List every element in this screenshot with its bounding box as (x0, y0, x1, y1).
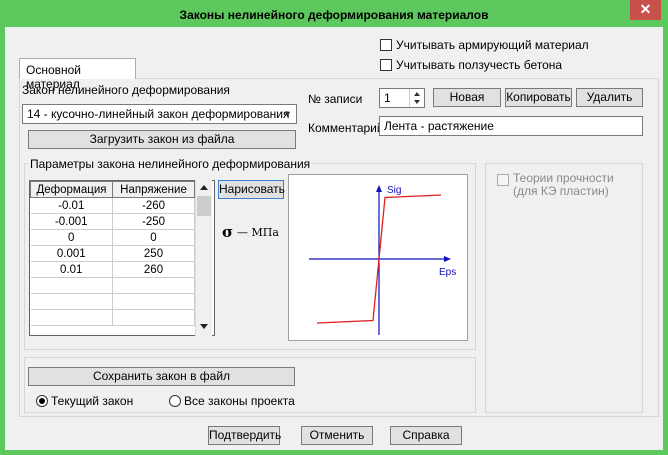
creep-label: Учитывать ползучесть бетона (396, 58, 563, 72)
table-row[interactable] (30, 293, 195, 310)
law-select[interactable]: 14 - кусочно-линейный закон деформирован… (22, 104, 297, 124)
record-label: № записи (308, 92, 363, 106)
table-cell[interactable]: 0 (112, 229, 195, 246)
table-row[interactable]: 00 (30, 229, 195, 246)
delete-record-button[interactable]: Удалить (576, 88, 643, 107)
comment-value: Лента - растяжение (384, 119, 494, 133)
table-cell[interactable] (112, 277, 195, 294)
load-law-button[interactable]: Загрузить закон из файла (28, 130, 296, 149)
table-row[interactable]: -0.01 -260 (30, 197, 195, 214)
table-cell[interactable] (30, 309, 113, 326)
y-axis-arrow (376, 185, 382, 192)
law-group-label: Закон нелинейного деформирования (22, 83, 230, 97)
params-group-label: Параметры закона нелинейного деформирова… (28, 157, 313, 171)
close-button[interactable]: ✕ (630, 0, 661, 20)
cancel-button[interactable]: Отменить (301, 426, 373, 445)
comment-input[interactable]: Лента - растяжение (379, 116, 643, 136)
chevron-down-icon: ▼ (283, 109, 292, 119)
column-header-stress[interactable]: Напряжение (112, 181, 195, 198)
law-chart: Sig Eps (288, 174, 468, 341)
creep-checkbox[interactable] (380, 59, 392, 71)
table-cell[interactable]: -260 (112, 197, 195, 214)
law-chart-svg: Sig Eps (309, 185, 456, 335)
table-row[interactable]: 0.001 250 (30, 245, 195, 262)
new-record-button[interactable]: Новая (433, 88, 501, 107)
table-cell[interactable] (30, 277, 113, 294)
table-cell[interactable]: 250 (112, 245, 195, 262)
table-cell[interactable]: -0.01 (30, 197, 113, 214)
reinforcing-checkbox[interactable] (380, 39, 392, 51)
law-select-value: 14 - кусочно-линейный закон деформирован… (27, 107, 290, 121)
spinner-arrows[interactable] (409, 89, 424, 107)
scrollbar-arrows-icon (197, 185, 211, 329)
table-cell[interactable] (112, 309, 195, 326)
strength-label-line1: Теории прочности (513, 171, 614, 185)
spinner-icon (414, 92, 420, 104)
table-cell[interactable]: 0 (30, 229, 113, 246)
y-axis-label: Sig (387, 185, 401, 196)
record-number-spinner[interactable]: 1 (379, 88, 425, 108)
sigma-symbol: σ (222, 223, 234, 241)
strength-label-line2: (для КЭ пластин) (513, 184, 609, 198)
record-number-value: 1 (384, 91, 391, 105)
table-row[interactable]: 0.01 260 (30, 261, 195, 278)
dialog-body: Учитывать армирующий материал Учитывать … (5, 27, 663, 450)
table-cell[interactable]: -0.001 (30, 213, 113, 230)
table-row[interactable] (30, 277, 195, 294)
copy-record-button[interactable]: Копировать (505, 88, 572, 107)
radio-current-law-label: Текущий закон (51, 394, 134, 408)
radio-all-laws[interactable] (169, 395, 181, 407)
strength-groupbox (485, 163, 643, 413)
table-cell[interactable]: 0.001 (30, 245, 113, 262)
units-label: — МПа (237, 226, 279, 239)
table-scrollbar[interactable] (195, 180, 212, 336)
table-cell[interactable]: 260 (112, 261, 195, 278)
table-cell[interactable] (112, 293, 195, 310)
window-title: Законы нелинейного деформирования матери… (179, 8, 489, 22)
reinforcing-label: Учитывать армирующий материал (396, 38, 589, 52)
help-button[interactable]: Справка (390, 426, 462, 445)
radio-all-laws-label: Все законы проекта (184, 394, 295, 408)
table-row[interactable]: -0.001 -250 (30, 213, 195, 230)
table-row[interactable] (30, 309, 195, 326)
radio-current-law[interactable] (36, 395, 48, 407)
strength-checkbox[interactable] (497, 174, 509, 186)
column-header-deformation[interactable]: Деформация (30, 181, 113, 198)
table-cell[interactable]: 0.01 (30, 261, 113, 278)
comment-label: Комментарий (308, 121, 384, 135)
save-law-button[interactable]: Сохранить закон в файл (28, 367, 295, 386)
tab-main-material[interactable]: Основной материал (19, 58, 136, 91)
x-axis-arrow (444, 256, 451, 262)
title-bar[interactable]: Законы нелинейного деформирования матери… (0, 0, 668, 28)
confirm-button[interactable]: Подтвердить (208, 426, 281, 445)
draw-button[interactable]: Нарисовать (218, 180, 285, 199)
table-cell[interactable]: -250 (112, 213, 195, 230)
x-axis-label: Eps (439, 267, 456, 278)
params-table[interactable]: Деформация Напряжение -0.01 -260 -0.001 -2… (29, 180, 215, 336)
table-cell[interactable] (30, 293, 113, 310)
